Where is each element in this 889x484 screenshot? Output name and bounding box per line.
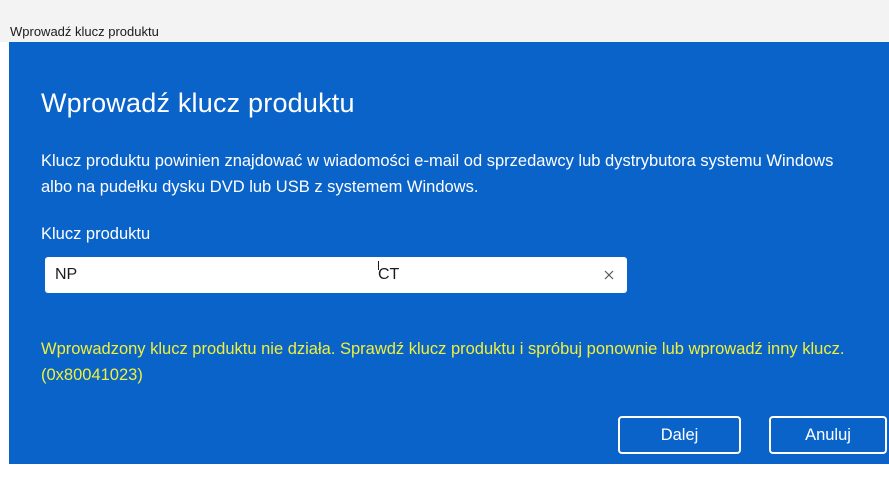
clear-input-button[interactable] [599, 265, 619, 285]
error-message: Wprowadzony klucz produktu nie działa. S… [41, 340, 845, 384]
product-key-label: Klucz produktu [41, 225, 151, 243]
dialog-description: Klucz produktu powinien znajdować w wiad… [41, 152, 834, 196]
close-icon [599, 265, 619, 285]
product-key-field[interactable]: NP CT [45, 257, 627, 293]
dialog-heading: Wprowadź klucz produktu [41, 88, 355, 118]
product-key-window: Wprowadź klucz produktu Wprowadź klucz p… [0, 0, 889, 484]
next-button[interactable]: Dalej [618, 416, 741, 454]
product-key-value-start: NP [55, 266, 78, 283]
window-title: Wprowadź klucz produktu [10, 24, 159, 39]
product-key-value-end: CT [378, 266, 400, 283]
title-bar: Wprowadź klucz produktu [0, 0, 889, 42]
product-key-dialog: Wprowadź klucz produktu Klucz produktu p… [9, 42, 889, 484]
cancel-button[interactable]: Anuluj [769, 416, 887, 454]
